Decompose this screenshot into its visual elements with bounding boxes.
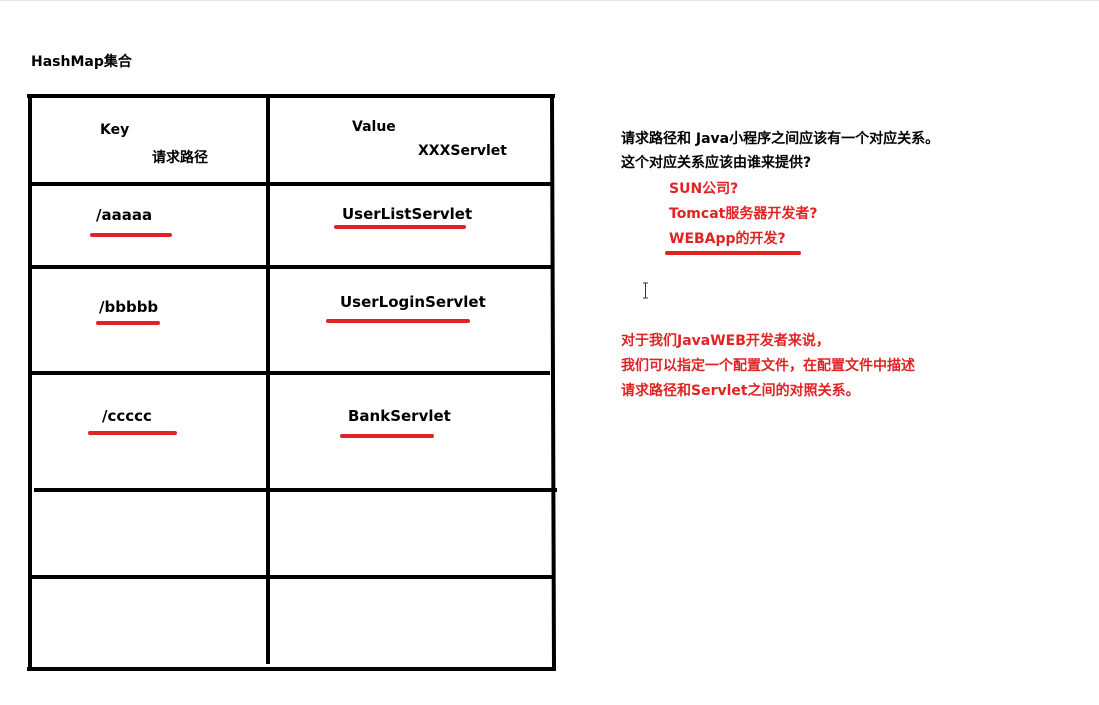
row-3-key-underline (88, 431, 177, 435)
hashmap-table-grid (27, 93, 557, 672)
question-line-2: 这个对应关系应该由谁来提供? (621, 155, 812, 171)
option-webapp: WEBApp的开发? (669, 231, 786, 247)
row-2-key: /bbbbb (99, 298, 159, 316)
row-1-value: UserListServlet (342, 205, 473, 223)
row-3-value-underline (340, 434, 434, 438)
option-sun: SUN公司? (669, 181, 739, 197)
answer-line-1: 对于我们JavaWEB开发者来说， (621, 333, 830, 349)
table-border-right (549, 93, 557, 672)
row-3-value: BankServlet (348, 407, 451, 425)
value-header-sub: XXXServlet (418, 143, 507, 159)
row-3-key: /ccccc (102, 407, 152, 425)
row-1-value-underline (334, 225, 466, 229)
row-1-key: /aaaaa (96, 206, 153, 224)
row-2-key-underline (96, 321, 160, 325)
option-tomcat: Tomcat服务器开发者? (669, 206, 818, 222)
row-1-key-underline (90, 233, 172, 237)
key-header-label: Key (100, 122, 130, 138)
value-header-label: Value (352, 119, 396, 135)
key-header-sub: 请求路径 (152, 150, 208, 166)
answer-line-3: 请求路径和Servlet之间的对照关系。 (621, 383, 860, 399)
row-2-value: UserLoginServlet (340, 293, 486, 311)
row-2-value-underline (326, 319, 470, 323)
text-cursor-icon (643, 282, 648, 299)
option-webapp-underline (665, 251, 801, 255)
answer-line-2: 我们可以指定一个配置文件，在配置文件中描述 (621, 358, 915, 374)
question-line-1: 请求路径和 Java小程序之间应该有一个对应关系。 (621, 131, 940, 147)
